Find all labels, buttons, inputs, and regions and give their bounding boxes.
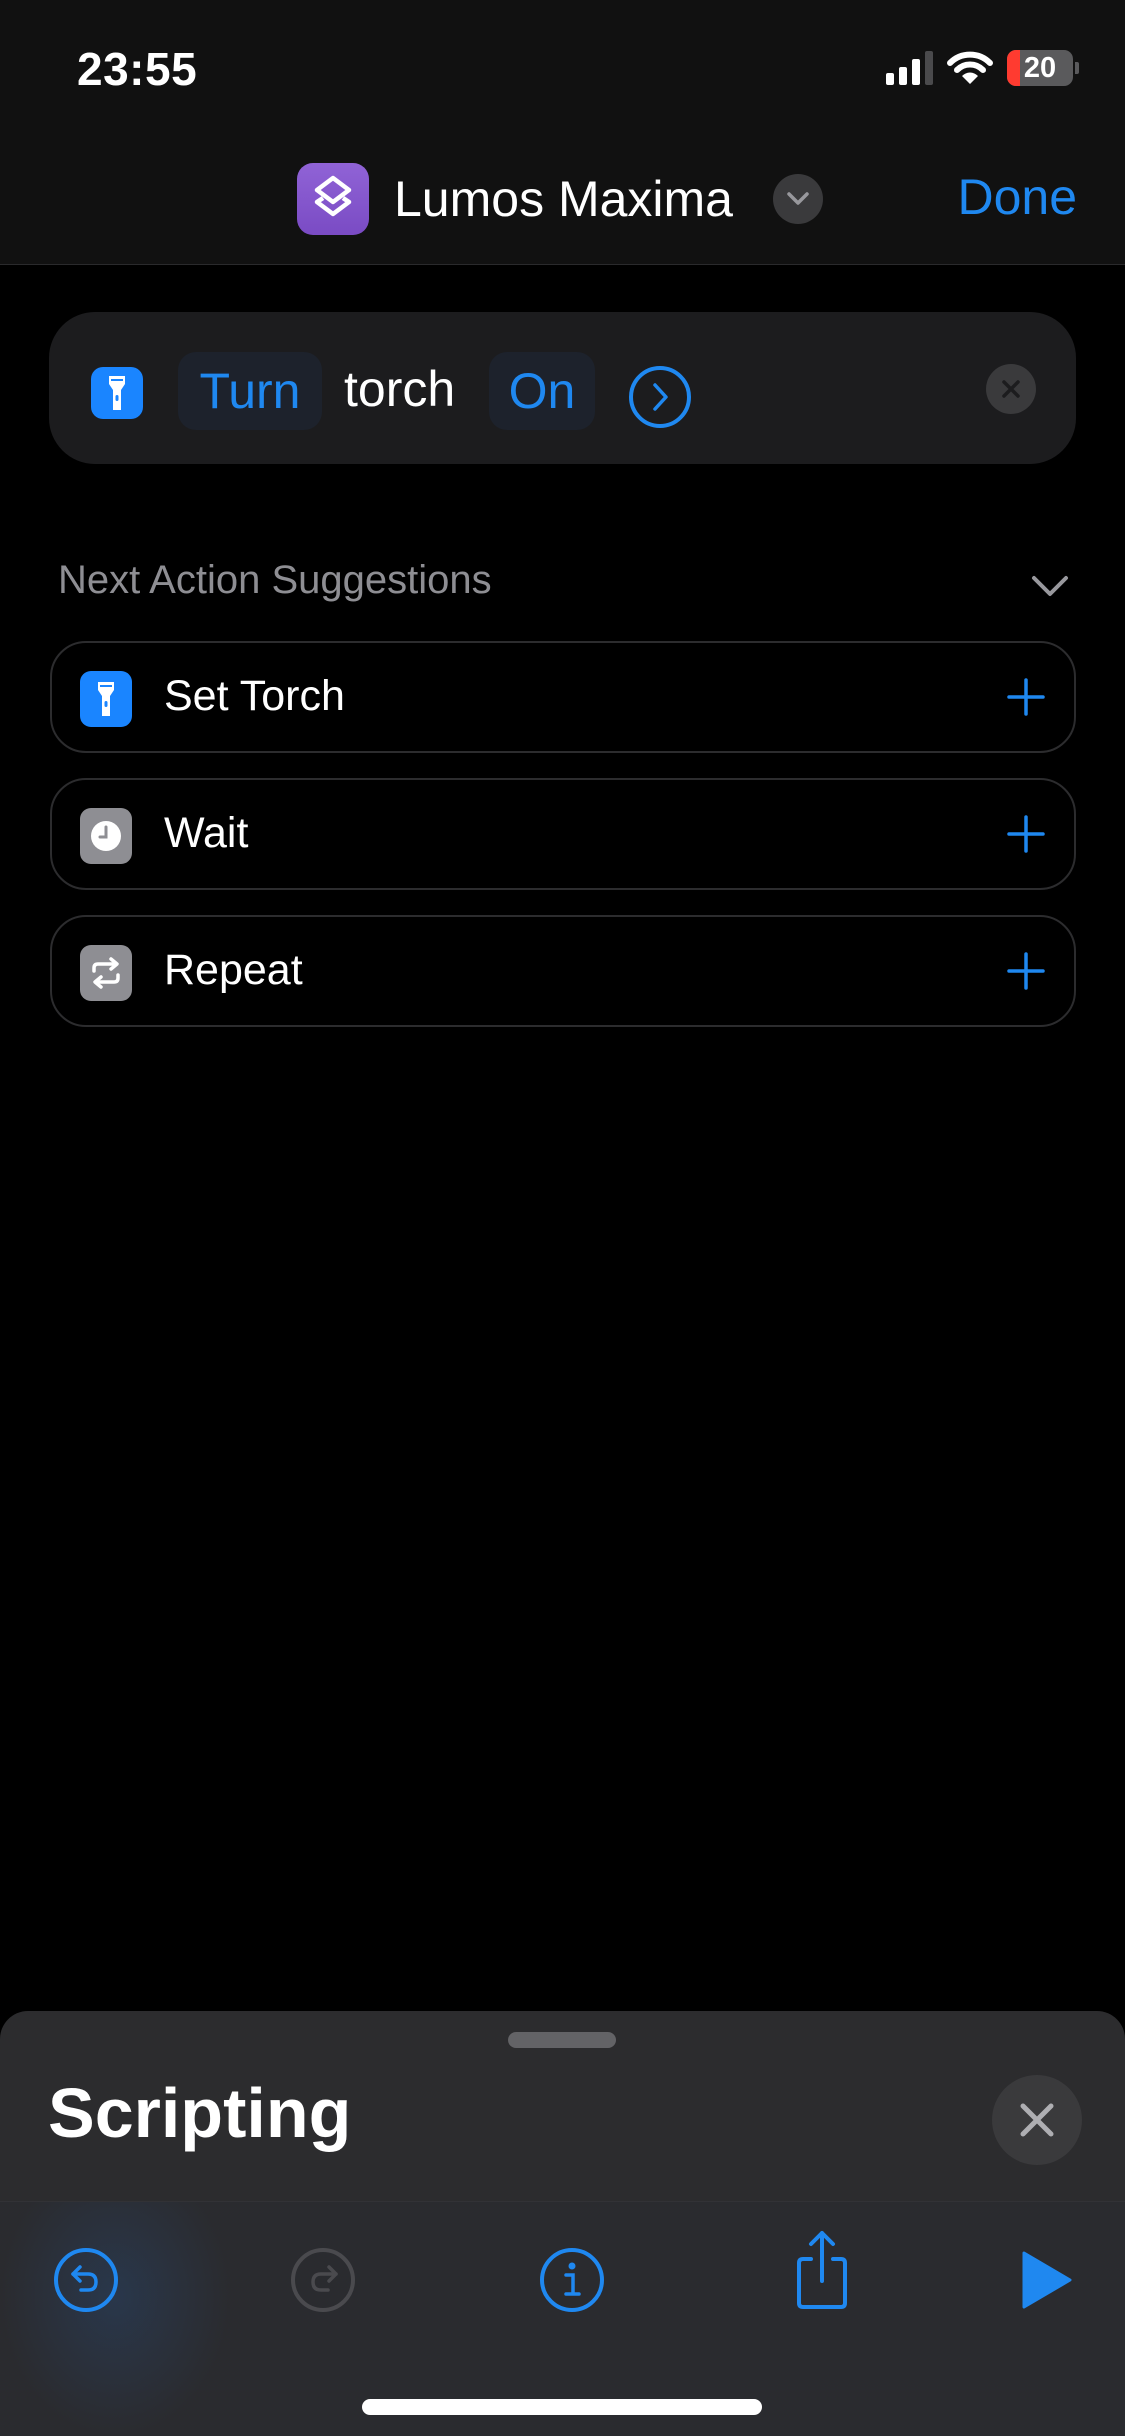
suggestions-header: Next Action Suggestions (58, 558, 492, 602)
close-icon (1020, 2103, 1054, 2137)
cellular-signal-icon (886, 51, 933, 85)
suggestion-wait[interactable]: Wait (50, 778, 1076, 890)
info-icon (540, 2248, 604, 2312)
battery-percent: 20 (1023, 51, 1057, 84)
chevron-down-icon (787, 192, 809, 205)
remove-action-button[interactable] (986, 364, 1036, 414)
scripting-sheet: Scripting (0, 2011, 1125, 2436)
screen: 23:55 20 Lumos Maxima Done Turn torch On… (0, 0, 1125, 2436)
redo-button[interactable] (287, 2244, 359, 2316)
undo-button[interactable] (50, 2244, 122, 2316)
suggestion-set-torch[interactable]: Set Torch (50, 641, 1076, 753)
shortcut-title[interactable]: Lumos Maxima (394, 170, 733, 228)
suggestion-label: Wait (164, 809, 249, 857)
status-time: 23:55 (77, 43, 198, 95)
shortcuts-layers-icon[interactable] (297, 163, 369, 235)
undo-icon (54, 2248, 118, 2312)
clock-icon (80, 808, 132, 864)
share-icon (797, 2231, 847, 2309)
done-button[interactable]: Done (957, 168, 1077, 226)
home-indicator[interactable] (362, 2399, 762, 2415)
suggestion-label: Repeat (164, 946, 303, 994)
chevron-right-icon (653, 383, 668, 411)
share-button[interactable] (786, 2231, 858, 2309)
sheet-title: Scripting (48, 2074, 352, 2152)
info-button[interactable] (536, 2244, 608, 2316)
sheet-grabber[interactable] (508, 2032, 616, 2048)
flashlight-icon (91, 367, 143, 419)
close-icon (1002, 380, 1020, 398)
battery-cap (1075, 62, 1079, 74)
close-sheet-button[interactable] (992, 2075, 1082, 2165)
repeat-icon (80, 945, 132, 1001)
play-icon (1022, 2251, 1072, 2309)
plus-icon[interactable] (1006, 677, 1046, 717)
battery-icon: 20 (1007, 50, 1073, 86)
suggestion-label: Set Torch (164, 672, 345, 720)
chevron-down-icon[interactable] (1025, 566, 1075, 606)
wifi-icon (947, 51, 993, 84)
plus-icon[interactable] (1006, 814, 1046, 854)
suggestion-repeat[interactable]: Repeat (50, 915, 1076, 1027)
action-card-turn-torch[interactable]: Turn torch On (49, 312, 1076, 464)
turn-parameter-token[interactable]: Turn (178, 352, 322, 430)
expand-action-button[interactable] (629, 366, 691, 428)
run-button[interactable] (1010, 2244, 1082, 2316)
plus-icon[interactable] (1006, 951, 1046, 991)
status-icons: 20 (886, 50, 1079, 86)
redo-icon (291, 2248, 355, 2312)
undo-highlight (0, 2202, 230, 2436)
flashlight-icon (80, 671, 132, 727)
state-parameter-token[interactable]: On (489, 352, 595, 430)
title-menu-button[interactable] (773, 174, 823, 224)
action-object-text: torch (344, 361, 456, 417)
navigation-bar: 23:55 20 Lumos Maxima Done (0, 0, 1125, 265)
